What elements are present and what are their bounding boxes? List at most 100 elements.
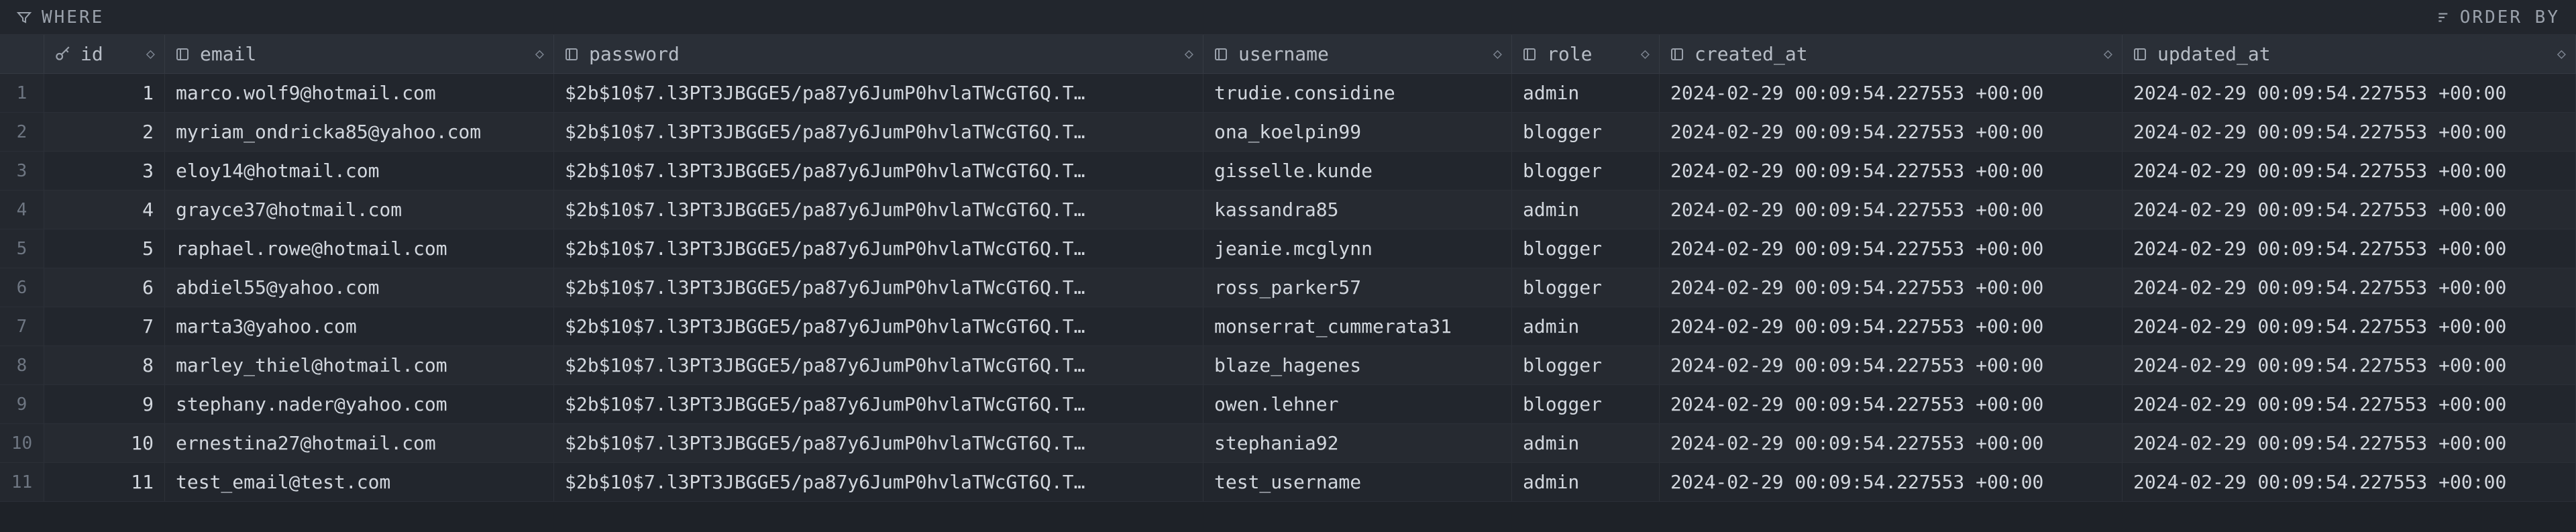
table-row[interactable]: 55raphael.rowe@hotmail.com$2b$10$7.l3PT3… [0, 229, 2576, 268]
cell-id[interactable]: 10 [44, 424, 165, 462]
table-row[interactable]: 11marco.wolf9@hotmail.com$2b$10$7.l3PT3J… [0, 74, 2576, 113]
column-header-username[interactable]: username◇ [1203, 35, 1512, 73]
cell-email[interactable]: grayce37@hotmail.com [165, 191, 554, 229]
cell-updated_at[interactable]: 2024-02-29 00:09:54.227553 +00:00 [2123, 307, 2576, 345]
cell-id[interactable]: 8 [44, 346, 165, 384]
cell-password[interactable]: $2b$10$7.l3PT3JBGGE5/pa87y6JumP0hvlaTWcG… [554, 229, 1203, 268]
cell-updated_at[interactable]: 2024-02-29 00:09:54.227553 +00:00 [2123, 191, 2576, 229]
sort-icon[interactable]: ◇ [535, 46, 544, 62]
cell-password[interactable]: $2b$10$7.l3PT3JBGGE5/pa87y6JumP0hvlaTWcG… [554, 191, 1203, 229]
cell-id[interactable]: 11 [44, 463, 165, 501]
cell-updated_at[interactable]: 2024-02-29 00:09:54.227553 +00:00 [2123, 229, 2576, 268]
cell-username[interactable]: trudie.considine [1203, 74, 1512, 112]
orderby-icon[interactable] [2436, 9, 2453, 26]
cell-role[interactable]: blogger [1512, 152, 1660, 190]
cell-email[interactable]: marta3@yahoo.com [165, 307, 554, 345]
table-row[interactable]: 77marta3@yahoo.com$2b$10$7.l3PT3JBGGE5/p… [0, 307, 2576, 346]
cell-role[interactable]: blogger [1512, 346, 1660, 384]
cell-email[interactable]: eloy14@hotmail.com [165, 152, 554, 190]
cell-id[interactable]: 9 [44, 385, 165, 423]
cell-role[interactable]: blogger [1512, 268, 1660, 307]
cell-created_at[interactable]: 2024-02-29 00:09:54.227553 +00:00 [1660, 152, 2123, 190]
table-row[interactable]: 1010ernestina27@hotmail.com$2b$10$7.l3PT… [0, 424, 2576, 463]
cell-password[interactable]: $2b$10$7.l3PT3JBGGE5/pa87y6JumP0hvlaTWcG… [554, 74, 1203, 112]
column-header-updated_at[interactable]: updated_at◇ [2123, 35, 2576, 73]
cell-role[interactable]: admin [1512, 74, 1660, 112]
cell-password[interactable]: $2b$10$7.l3PT3JBGGE5/pa87y6JumP0hvlaTWcG… [554, 424, 1203, 462]
cell-created_at[interactable]: 2024-02-29 00:09:54.227553 +00:00 [1660, 113, 2123, 151]
cell-id[interactable]: 6 [44, 268, 165, 307]
cell-id[interactable]: 3 [44, 152, 165, 190]
cell-username[interactable]: test_username [1203, 463, 1512, 501]
column-header-id[interactable]: id◇ [44, 35, 165, 73]
column-header-role[interactable]: role◇ [1512, 35, 1660, 73]
cell-role[interactable]: admin [1512, 307, 1660, 345]
cell-created_at[interactable]: 2024-02-29 00:09:54.227553 +00:00 [1660, 268, 2123, 307]
cell-email[interactable]: abdiel55@yahoo.com [165, 268, 554, 307]
table-row[interactable]: 99stephany.nader@yahoo.com$2b$10$7.l3PT3… [0, 385, 2576, 424]
cell-id[interactable]: 1 [44, 74, 165, 112]
cell-role[interactable]: blogger [1512, 229, 1660, 268]
cell-email[interactable]: marco.wolf9@hotmail.com [165, 74, 554, 112]
cell-updated_at[interactable]: 2024-02-29 00:09:54.227553 +00:00 [2123, 385, 2576, 423]
cell-created_at[interactable]: 2024-02-29 00:09:54.227553 +00:00 [1660, 74, 2123, 112]
cell-email[interactable]: stephany.nader@yahoo.com [165, 385, 554, 423]
cell-id[interactable]: 7 [44, 307, 165, 345]
cell-updated_at[interactable]: 2024-02-29 00:09:54.227553 +00:00 [2123, 346, 2576, 384]
cell-created_at[interactable]: 2024-02-29 00:09:54.227553 +00:00 [1660, 385, 2123, 423]
sort-icon[interactable]: ◇ [1641, 46, 1650, 62]
cell-username[interactable]: jeanie.mcglynn [1203, 229, 1512, 268]
cell-password[interactable]: $2b$10$7.l3PT3JBGGE5/pa87y6JumP0hvlaTWcG… [554, 346, 1203, 384]
cell-created_at[interactable]: 2024-02-29 00:09:54.227553 +00:00 [1660, 424, 2123, 462]
filter-icon[interactable] [16, 9, 32, 25]
cell-updated_at[interactable]: 2024-02-29 00:09:54.227553 +00:00 [2123, 463, 2576, 501]
table-row[interactable]: 44grayce37@hotmail.com$2b$10$7.l3PT3JBGG… [0, 191, 2576, 229]
cell-email[interactable]: raphael.rowe@hotmail.com [165, 229, 554, 268]
sort-icon[interactable]: ◇ [1493, 46, 1502, 62]
cell-username[interactable]: owen.lehner [1203, 385, 1512, 423]
cell-updated_at[interactable]: 2024-02-29 00:09:54.227553 +00:00 [2123, 152, 2576, 190]
sort-icon[interactable]: ◇ [146, 46, 155, 62]
column-header-email[interactable]: email◇ [165, 35, 554, 73]
cell-username[interactable]: ross_parker57 [1203, 268, 1512, 307]
cell-updated_at[interactable]: 2024-02-29 00:09:54.227553 +00:00 [2123, 424, 2576, 462]
cell-role[interactable]: admin [1512, 191, 1660, 229]
cell-password[interactable]: $2b$10$7.l3PT3JBGGE5/pa87y6JumP0hvlaTWcG… [554, 268, 1203, 307]
cell-email[interactable]: test_email@test.com [165, 463, 554, 501]
cell-updated_at[interactable]: 2024-02-29 00:09:54.227553 +00:00 [2123, 74, 2576, 112]
table-row[interactable]: 1111test_email@test.com$2b$10$7.l3PT3JBG… [0, 463, 2576, 502]
sort-icon[interactable]: ◇ [2557, 46, 2566, 62]
cell-username[interactable]: kassandra85 [1203, 191, 1512, 229]
sort-icon[interactable]: ◇ [1185, 46, 1193, 62]
cell-password[interactable]: $2b$10$7.l3PT3JBGGE5/pa87y6JumP0hvlaTWcG… [554, 152, 1203, 190]
column-header-created_at[interactable]: created_at◇ [1660, 35, 2123, 73]
cell-email[interactable]: ernestina27@hotmail.com [165, 424, 554, 462]
cell-password[interactable]: $2b$10$7.l3PT3JBGGE5/pa87y6JumP0hvlaTWcG… [554, 307, 1203, 345]
cell-username[interactable]: monserrat_cummerata31 [1203, 307, 1512, 345]
cell-password[interactable]: $2b$10$7.l3PT3JBGGE5/pa87y6JumP0hvlaTWcG… [554, 385, 1203, 423]
cell-updated_at[interactable]: 2024-02-29 00:09:54.227553 +00:00 [2123, 268, 2576, 307]
column-header-password[interactable]: password◇ [554, 35, 1203, 73]
cell-email[interactable]: myriam_ondricka85@yahoo.com [165, 113, 554, 151]
table-row[interactable]: 88marley_thiel@hotmail.com$2b$10$7.l3PT3… [0, 346, 2576, 385]
table-row[interactable]: 33eloy14@hotmail.com$2b$10$7.l3PT3JBGGE5… [0, 152, 2576, 191]
cell-role[interactable]: blogger [1512, 113, 1660, 151]
orderby-label[interactable]: ORDER BY [2460, 7, 2560, 28]
cell-username[interactable]: ona_koelpin99 [1203, 113, 1512, 151]
cell-role[interactable]: blogger [1512, 385, 1660, 423]
cell-username[interactable]: stephania92 [1203, 424, 1512, 462]
cell-updated_at[interactable]: 2024-02-29 00:09:54.227553 +00:00 [2123, 113, 2576, 151]
where-label[interactable]: WHERE [42, 7, 104, 28]
cell-password[interactable]: $2b$10$7.l3PT3JBGGE5/pa87y6JumP0hvlaTWcG… [554, 113, 1203, 151]
cell-role[interactable]: admin [1512, 463, 1660, 501]
cell-password[interactable]: $2b$10$7.l3PT3JBGGE5/pa87y6JumP0hvlaTWcG… [554, 463, 1203, 501]
cell-username[interactable]: gisselle.kunde [1203, 152, 1512, 190]
cell-email[interactable]: marley_thiel@hotmail.com [165, 346, 554, 384]
cell-created_at[interactable]: 2024-02-29 00:09:54.227553 +00:00 [1660, 229, 2123, 268]
sort-icon[interactable]: ◇ [2104, 46, 2112, 62]
cell-username[interactable]: blaze_hagenes [1203, 346, 1512, 384]
cell-role[interactable]: admin [1512, 424, 1660, 462]
table-row[interactable]: 22myriam_ondricka85@yahoo.com$2b$10$7.l3… [0, 113, 2576, 152]
cell-created_at[interactable]: 2024-02-29 00:09:54.227553 +00:00 [1660, 191, 2123, 229]
cell-created_at[interactable]: 2024-02-29 00:09:54.227553 +00:00 [1660, 463, 2123, 501]
